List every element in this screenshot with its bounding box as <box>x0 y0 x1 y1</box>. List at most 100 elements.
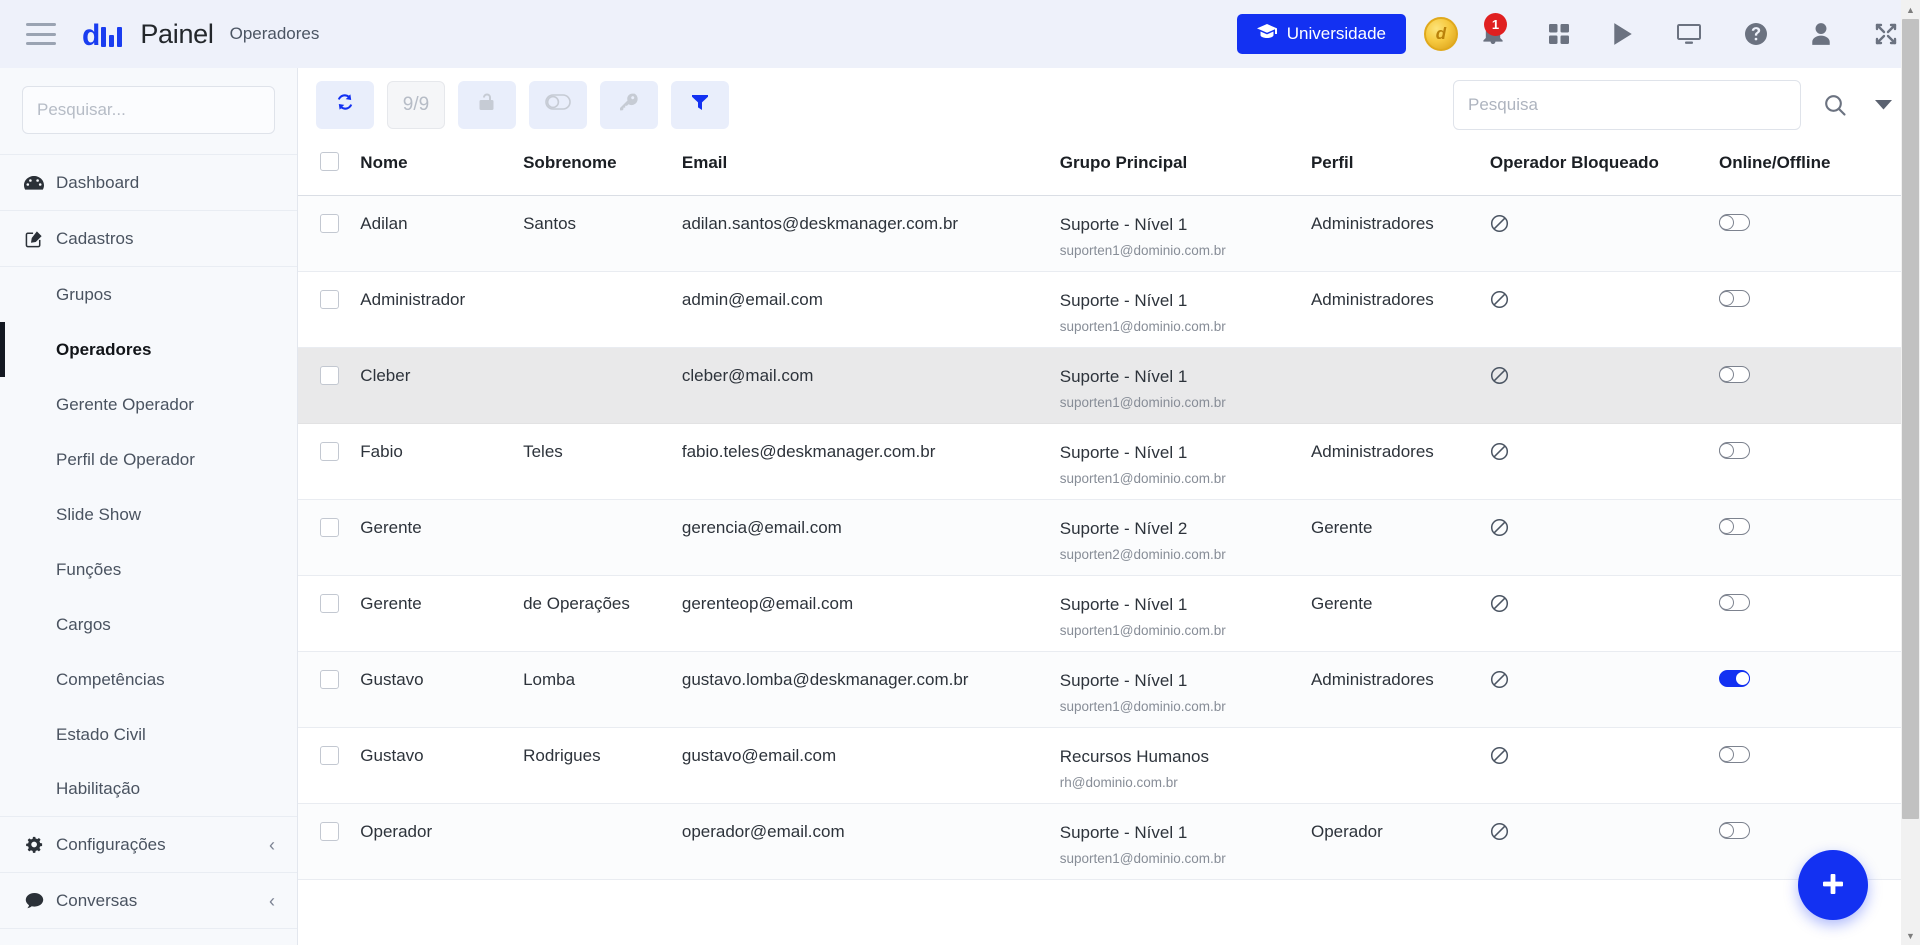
grupo-email: suporten1@dominio.com.br <box>1059 623 1226 639</box>
blocked-icon[interactable] <box>1490 594 1509 613</box>
blocked-icon[interactable] <box>1490 290 1509 309</box>
row-checkbox[interactable] <box>320 822 339 841</box>
sidebar-sub-label: Competências <box>56 669 165 689</box>
add-operator-button[interactable] <box>1798 850 1868 920</box>
row-checkbox[interactable] <box>320 366 339 385</box>
sidebar-item-label: Cadastros <box>56 228 134 248</box>
chevron-down-icon[interactable] <box>1875 98 1892 113</box>
scroll-up-arrow-icon[interactable]: ▲ <box>1901 0 1920 19</box>
column-header-email[interactable]: Email <box>681 142 1060 196</box>
blocked-icon[interactable] <box>1490 442 1509 461</box>
expand-icon[interactable] <box>1874 22 1898 46</box>
user-icon[interactable] <box>1810 22 1832 46</box>
online-toggle[interactable] <box>1718 366 1750 383</box>
column-header-grupo-principal[interactable]: Grupo Principal <box>1059 142 1311 196</box>
table-row[interactable]: Fabio Teles fabio.teles@deskmanager.com.br… <box>298 423 1920 500</box>
sidebar-item-gerente-operador[interactable]: Gerente Operador <box>0 377 297 432</box>
sidebar-item-configuracoes[interactable]: Configurações ‹ <box>0 817 297 873</box>
help-circle-icon[interactable] <box>1744 22 1768 46</box>
online-toggle[interactable] <box>1718 442 1750 459</box>
sidebar-item-operadores[interactable]: Operadores <box>0 322 297 377</box>
table-row[interactable]: Adilan Santos adilan.santos@deskmanager.co… <box>298 195 1920 272</box>
grupo-name: Suporte - Nível 2 <box>1059 519 1188 538</box>
row-checkbox[interactable] <box>320 746 339 765</box>
column-header-perfil[interactable]: Perfil <box>1310 142 1490 196</box>
sidebar-item-competencias[interactable]: Competências <box>0 652 297 707</box>
column-header-nome[interactable]: Nome <box>360 142 524 196</box>
search-input[interactable] <box>1453 80 1801 130</box>
unlock-button[interactable] <box>458 81 516 129</box>
online-toggle[interactable] <box>1718 290 1750 307</box>
sidebar-item-conversas[interactable]: Conversas ‹ <box>0 873 297 929</box>
blocked-icon[interactable] <box>1490 822 1509 841</box>
row-checkbox[interactable] <box>320 442 339 461</box>
row-checkbox[interactable] <box>320 594 339 613</box>
row-checkbox[interactable] <box>320 290 339 309</box>
scrollbar-thumb[interactable] <box>1902 19 1919 819</box>
sidebar-item-dashboard[interactable]: Dashboard <box>0 155 297 211</box>
key-button[interactable] <box>600 81 658 129</box>
online-toggle[interactable] <box>1718 670 1750 687</box>
blocked-icon[interactable] <box>1490 366 1509 385</box>
sidebar-search-input[interactable] <box>22 86 275 134</box>
blocked-icon[interactable] <box>1490 214 1509 233</box>
column-header-operador-bloqueado[interactable]: Operador Bloqueado <box>1489 142 1719 196</box>
row-checkbox[interactable] <box>320 670 339 689</box>
table-row[interactable]: Operador operador@email.com Suporte - Níve… <box>298 803 1920 880</box>
table-row[interactable]: Gerente de Operações gerenteop@email.com Su… <box>298 575 1920 652</box>
grupo-email: suporten1@dominio.com.br <box>1059 851 1226 867</box>
cell-online-offline <box>1718 727 1920 804</box>
table-row[interactable]: Gerente gerencia@email.com Suporte - Nível… <box>298 499 1920 576</box>
column-header-online-offline[interactable]: Online/Offline <box>1718 142 1920 196</box>
hamburger-icon[interactable] <box>26 23 56 45</box>
edit-square-icon <box>22 229 46 248</box>
online-toggle[interactable] <box>1718 518 1750 535</box>
blocked-icon[interactable] <box>1490 746 1509 765</box>
sidebar-item-grupos[interactable]: Grupos <box>0 267 297 322</box>
filter-button[interactable] <box>671 81 729 129</box>
table-row[interactable]: Cleber cleber@mail.com Suporte - Nível 1 su… <box>298 347 1920 424</box>
blocked-icon[interactable] <box>1490 518 1509 537</box>
sidebar-item-cadastros[interactable]: Cadastros <box>0 211 297 267</box>
sidebar-item-cargos[interactable]: Cargos <box>0 597 297 652</box>
grid-apps-icon[interactable] <box>1548 23 1570 45</box>
body-row: Dashboard Cadastros Grupos Operadores Ge… <box>0 68 1920 945</box>
online-toggle[interactable] <box>1718 746 1750 763</box>
cell-nome: Gerente <box>360 575 524 652</box>
coin-icon[interactable]: d <box>1424 17 1458 51</box>
record-count-button[interactable]: 9/9 <box>387 81 445 129</box>
refresh-button[interactable] <box>316 81 374 129</box>
sidebar-item-slide-show[interactable]: Slide Show <box>0 487 297 542</box>
cell-online-offline <box>1718 499 1920 576</box>
search-icon[interactable] <box>1823 93 1847 117</box>
play-icon[interactable] <box>1612 22 1634 46</box>
page-scrollbar[interactable]: ▲ ▼ <box>1901 0 1920 945</box>
cell-perfil: Gerente <box>1310 499 1490 576</box>
monitor-icon[interactable] <box>1676 22 1702 46</box>
online-toggle[interactable] <box>1718 594 1750 611</box>
toggle-icon <box>545 94 571 116</box>
table-header-row: Nome Sobrenome Email Grupo Principal Per… <box>298 142 1920 196</box>
sidebar-item-habilitacao[interactable]: Habilitação <box>0 762 297 817</box>
universidade-button[interactable]: Universidade <box>1236 14 1406 54</box>
table-row[interactable]: Gustavo Rodrigues gustavo@email.com Recurso… <box>298 727 1920 804</box>
blocked-icon[interactable] <box>1490 670 1509 689</box>
table-row[interactable]: Gustavo Lomba gustavo.lomba@deskmanager.co… <box>298 651 1920 728</box>
sidebar-item-estado-civil[interactable]: Estado Civil <box>0 707 297 762</box>
table-row[interactable]: Administrador admin@email.com Suporte - Ní… <box>298 271 1920 348</box>
column-header-sobrenome[interactable]: Sobrenome <box>523 142 682 196</box>
notifications-button[interactable]: 1 <box>1480 13 1507 51</box>
row-select-cell <box>298 347 361 424</box>
row-checkbox[interactable] <box>320 518 339 537</box>
online-toggle[interactable] <box>1718 822 1750 839</box>
online-toggle[interactable] <box>1718 214 1750 231</box>
table-body: Adilan Santos adilan.santos@deskmanager.co… <box>298 195 1920 880</box>
sidebar-item-perfil-de-operador[interactable]: Perfil de Operador <box>0 432 297 487</box>
select-all-checkbox[interactable] <box>320 152 339 171</box>
row-checkbox[interactable] <box>320 214 339 233</box>
chat-bubble-icon <box>22 892 46 910</box>
status-toggle-button[interactable] <box>529 81 587 129</box>
sidebar-item-funcoes[interactable]: Funções <box>0 542 297 597</box>
cell-nome: Fabio <box>360 423 524 500</box>
scroll-down-arrow-icon[interactable]: ▼ <box>1901 926 1920 945</box>
